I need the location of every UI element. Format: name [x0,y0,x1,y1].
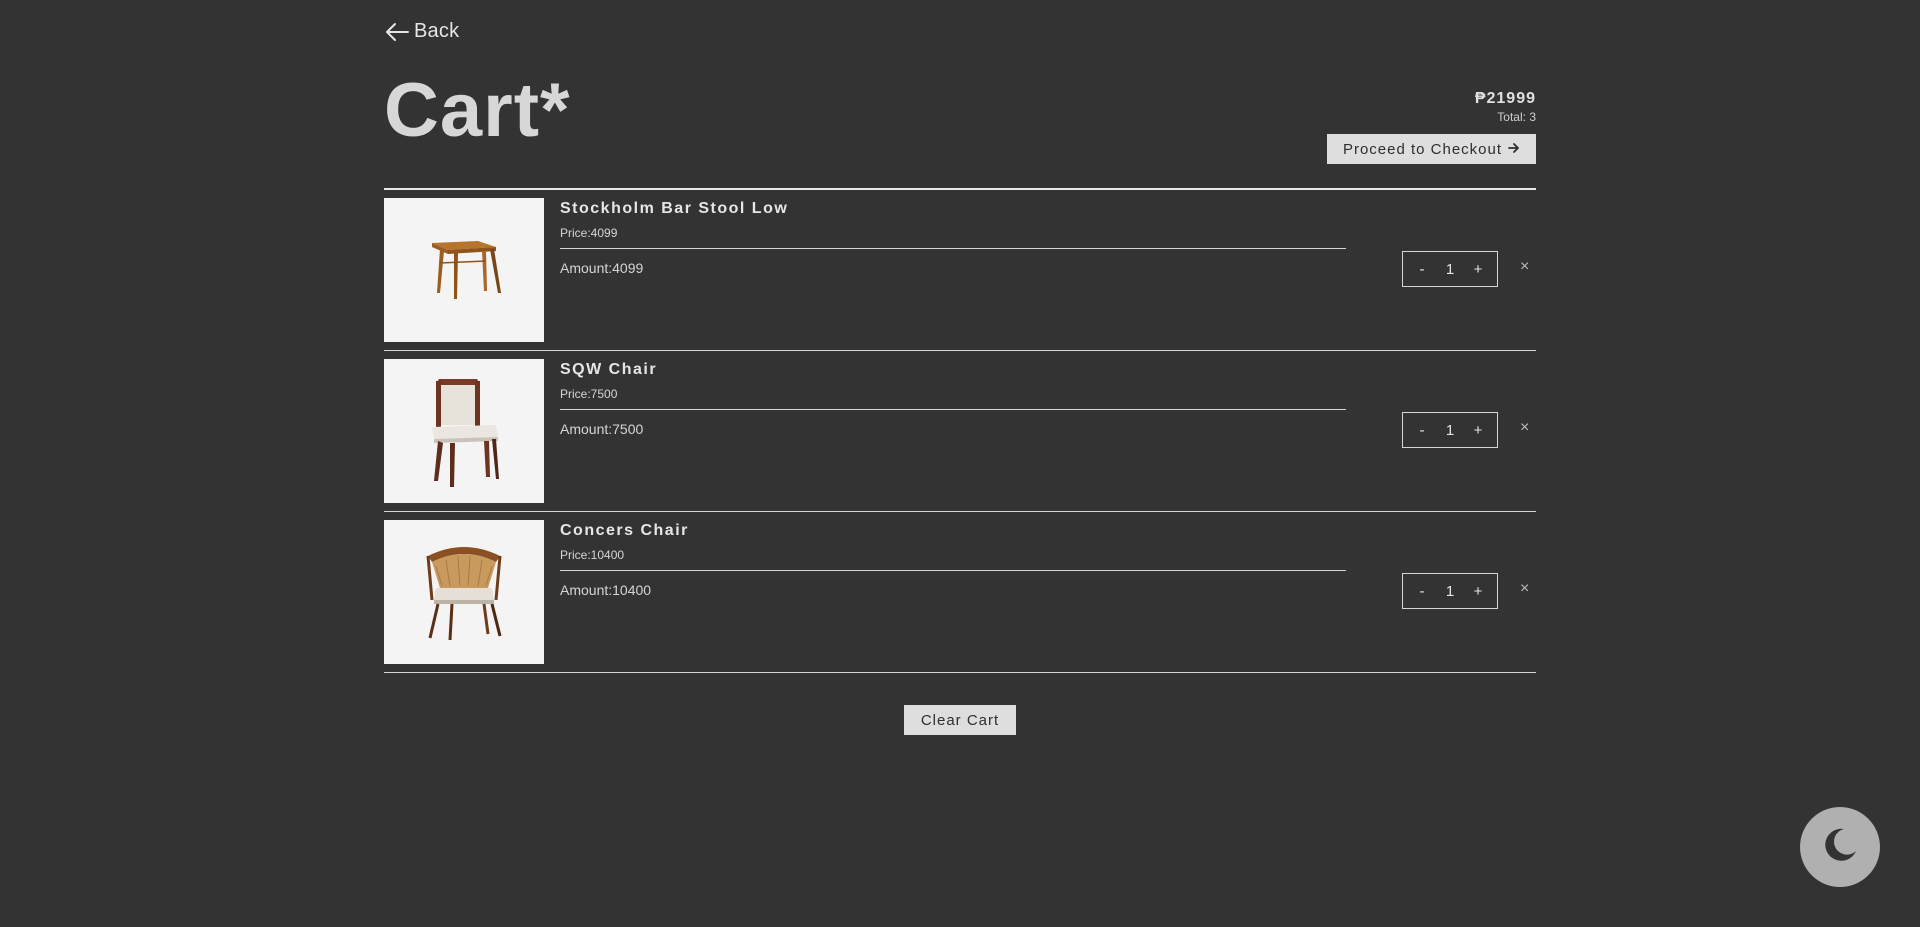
item-price: Price:4099 [560,226,618,240]
quantity-value: 1 [1445,421,1455,439]
decrement-button[interactable]: - [1415,422,1429,439]
quantity-stepper: - 1 + [1402,573,1498,609]
checkout-button[interactable]: Proceed to Checkout [1327,134,1536,164]
item-name: Stockholm Bar Stool Low [560,200,789,217]
total-count: Total: 3 [1497,110,1536,124]
cart-item: Stockholm Bar Stool Low Price:4099 Amoun… [384,190,1536,351]
remove-item-button[interactable]: × [1520,258,1529,276]
item-price: Price:7500 [560,387,618,401]
item-divider [560,570,1346,571]
bar-stool-image [384,198,544,342]
cane-armchair-image [384,520,544,664]
arrow-left-icon [384,21,410,43]
cart-item: SQW Chair Price:7500 Amount:7500 - 1 + × [384,351,1536,512]
decrement-button[interactable]: - [1415,583,1429,600]
item-divider [560,409,1346,410]
remove-item-button[interactable]: × [1520,419,1529,437]
back-label: Back [414,20,460,42]
item-divider [560,248,1346,249]
remove-item-button[interactable]: × [1520,580,1529,598]
total-price: ₱21999 [1474,90,1536,107]
checkout-label: Proceed to Checkout [1342,140,1503,158]
clear-cart-button[interactable]: Clear Cart [904,705,1016,735]
item-amount: Amount:4099 [560,260,644,276]
arrow-right-icon [1508,141,1520,158]
quantity-value: 1 [1445,582,1455,600]
upholstered-chair-image [384,359,544,503]
page-title: Cart* [384,68,571,153]
cart-items-list: Stockholm Bar Stool Low Price:4099 Amoun… [384,190,1536,673]
item-name: SQW Chair [560,361,658,378]
quantity-stepper: - 1 + [1402,412,1498,448]
cart-summary: ₱21999 Total: 3 [1475,90,1536,124]
quantity-stepper: - 1 + [1402,251,1498,287]
item-name: Concers Chair [560,522,689,539]
item-amount: Amount:7500 [560,421,644,437]
increment-button[interactable]: + [1471,583,1485,600]
quantity-value: 1 [1445,260,1455,278]
increment-button[interactable]: + [1471,422,1485,439]
decrement-button[interactable]: - [1415,261,1429,278]
theme-toggle-button[interactable] [1800,807,1880,887]
back-link[interactable]: Back [384,20,459,43]
moon-icon [1820,825,1860,870]
cart-page: Back Cart* ₱21999 Total: 3 Proceed to Ch… [0,0,1920,927]
item-price: Price:10400 [560,548,625,562]
cart-item: Concers Chair Price:10400 Amount:10400 -… [384,512,1536,673]
increment-button[interactable]: + [1471,261,1485,278]
item-amount: Amount:10400 [560,582,652,598]
